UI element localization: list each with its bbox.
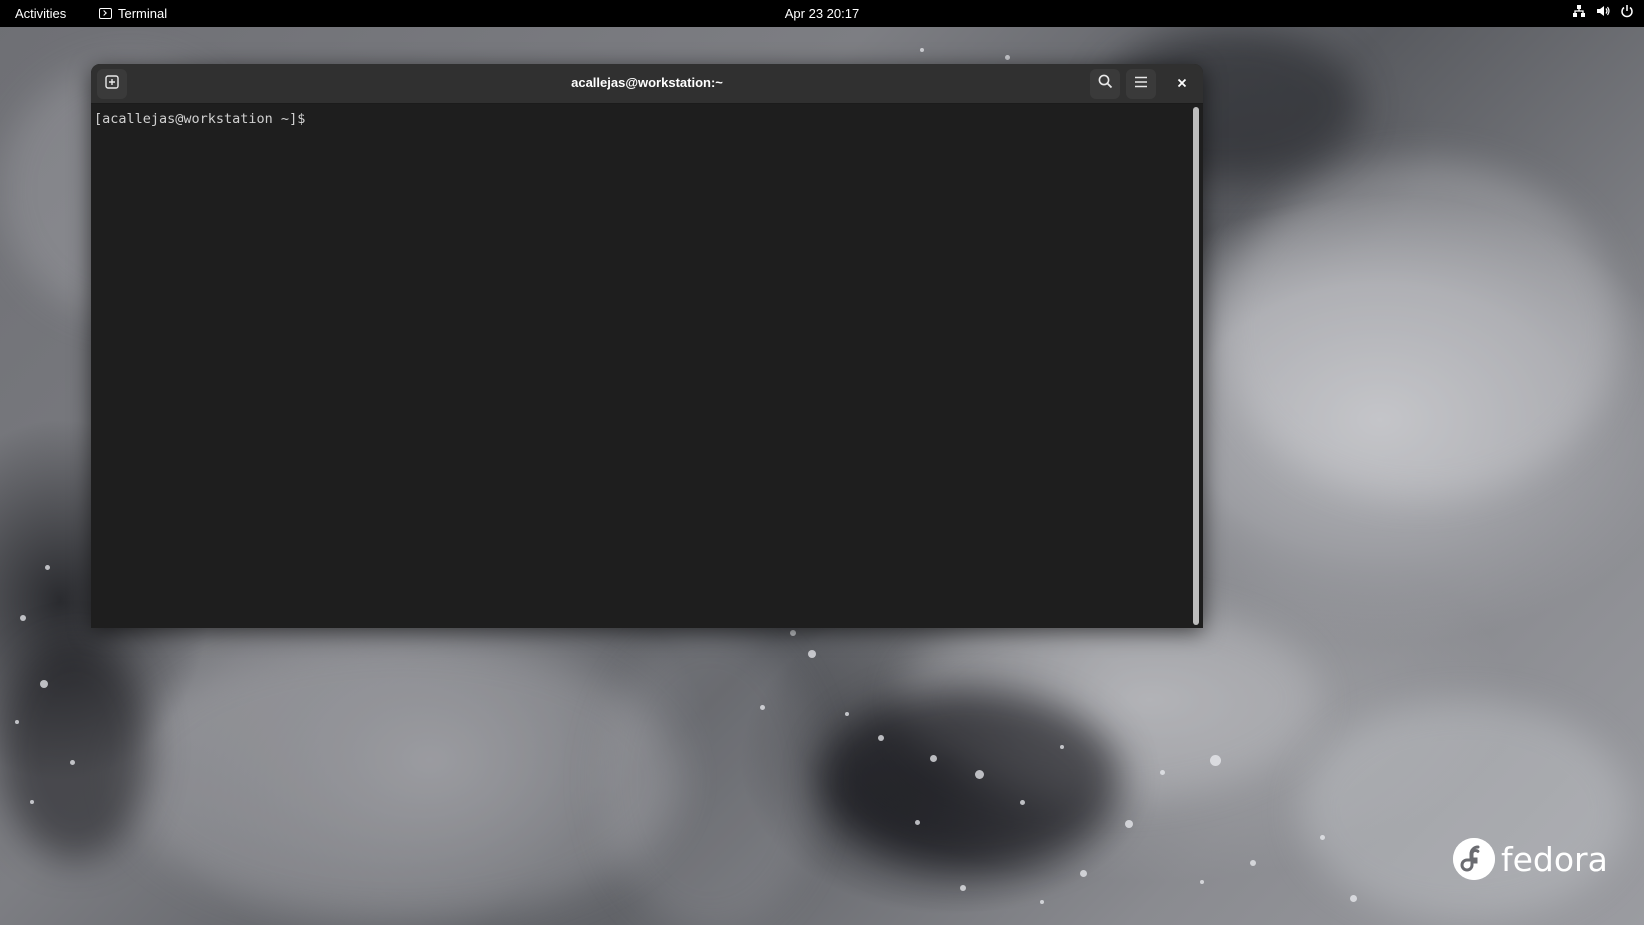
terminal-scrollbar[interactable] — [1193, 107, 1199, 625]
fedora-mark-icon — [1453, 838, 1495, 880]
fedora-logo: fedora — [1453, 838, 1608, 880]
new-tab-button[interactable] — [97, 69, 127, 99]
clock-button[interactable]: Apr 23 20:17 — [785, 6, 859, 21]
activities-button[interactable]: Activities — [15, 6, 66, 21]
search-button[interactable] — [1090, 69, 1120, 99]
power-icon — [1620, 4, 1634, 18]
app-name-label: Terminal — [118, 6, 168, 21]
fedora-wordmark: fedora — [1501, 839, 1608, 879]
close-button[interactable] — [1167, 69, 1197, 99]
search-icon — [1098, 74, 1113, 94]
app-menu-button[interactable]: Terminal — [99, 6, 167, 21]
terminal-window: acallejas@workstation:~ [acallejas@works… — [91, 64, 1203, 628]
clock-area: Apr 23 20:17 — [0, 6, 1644, 21]
terminal-app-icon — [99, 8, 112, 19]
main-menu-button[interactable] — [1126, 69, 1156, 99]
terminal-output[interactable]: [acallejas@workstation ~]$ — [91, 104, 1191, 628]
new-tab-icon — [105, 74, 119, 94]
close-icon — [1177, 75, 1187, 93]
terminal-headerbar[interactable]: acallejas@workstation:~ — [91, 64, 1203, 104]
network-icon — [1572, 4, 1586, 18]
volume-icon — [1596, 4, 1610, 18]
window-title: acallejas@workstation:~ — [571, 75, 723, 90]
top-bar: Activities Terminal Apr 23 20:17 — [0, 0, 1644, 27]
shell-prompt: [acallejas@workstation ~]$ — [94, 111, 306, 127]
system-status-area[interactable] — [1572, 4, 1634, 18]
hamburger-menu-icon — [1134, 75, 1148, 93]
